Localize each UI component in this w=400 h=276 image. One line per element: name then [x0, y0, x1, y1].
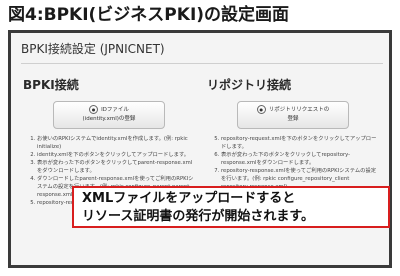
list-item: 表示が変わった下のボタンをクリックしてparent-response.xmlをダ…	[37, 159, 195, 175]
repository-connection-heading: リポジトリ接続	[207, 78, 292, 92]
list-item: お使いのRPKIシステムでidentity.xmlを作成します。(例: rpki…	[37, 135, 195, 151]
list-item: 表示が変わった下のボタンをクリックしてrepository-response.x…	[221, 151, 379, 167]
panel-title: BPKI接続設定 (JPNICNET)	[21, 41, 383, 64]
repository-steps-list: repository-request.xmlを下のボタンをクリックしてアップロー…	[207, 135, 379, 191]
register-repository-button-line2: 登録	[287, 116, 299, 122]
callout-line1: XMLファイルをアップロードすると	[82, 191, 296, 206]
register-identity-button-line2: (identity.xml)の登録	[82, 116, 136, 122]
callout-line2: リソース証明書の発行が開始されます。	[82, 208, 315, 224]
register-repository-request-button[interactable]: ● リポジトリリクエストの 登録	[237, 101, 349, 129]
callout-box: XMLファイルをアップロードすると リソース証明書の発行が開始されます。	[72, 186, 390, 228]
list-item: identity.xmlを下のボタンをクリックしてアップロードします。	[37, 151, 195, 159]
register-repository-button-line1: リポジトリリクエストの	[268, 107, 330, 113]
register-identity-button-line1: IDファイル	[101, 107, 129, 113]
repository-connection-section: リポジトリ接続 ●リポジトリリクエストの 登録 repository-reque…	[207, 77, 379, 191]
figure-title: 図4:BPKI(ビジネスPKI)の設定画面	[8, 5, 290, 25]
bpki-connection-heading: BPKI接続	[23, 78, 79, 92]
info-circle-icon: ●	[89, 105, 99, 114]
bpki-settings-screen: BPKI接続設定 (JPNICNET) BPKI接続 ● IDファイル (iden…	[8, 30, 392, 268]
list-item: repository-request.xmlを下のボタンをクリックしてアップロー…	[221, 135, 379, 151]
info-circle-icon: ●	[256, 105, 266, 114]
register-identity-button[interactable]: ● IDファイル (identity.xml)の登録	[53, 101, 165, 129]
